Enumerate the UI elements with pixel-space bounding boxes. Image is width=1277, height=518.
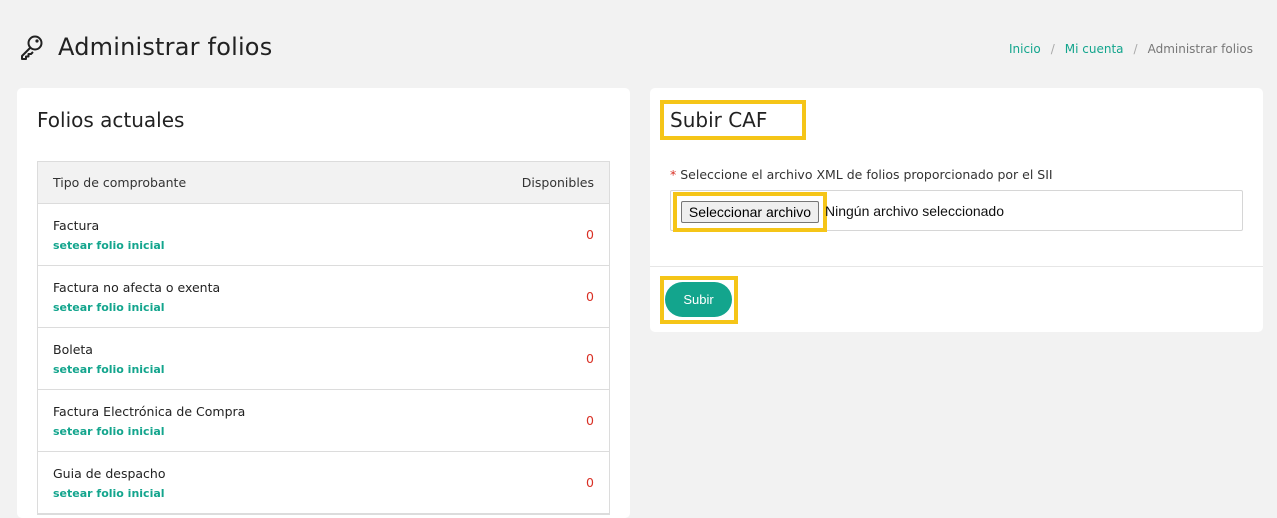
- key-icon: [18, 33, 46, 61]
- row-name: Factura: [53, 218, 100, 233]
- table-row: Factura no afecta o exenta setear folio …: [38, 266, 609, 328]
- set-initial-folio-link[interactable]: setear folio inicial: [53, 239, 165, 252]
- breadcrumb-current: Administrar folios: [1147, 42, 1253, 56]
- set-initial-folio-link[interactable]: setear folio inicial: [53, 425, 165, 438]
- column-header-tipo: Tipo de comprobante: [53, 175, 187, 190]
- upload-caf-card: Subir CAF * Seleccione el archivo XML de …: [650, 88, 1263, 332]
- set-initial-folio-link[interactable]: setear folio inicial: [53, 301, 165, 314]
- available-count: 0: [586, 227, 594, 242]
- table-row: Guia de despacho setear folio inicial 0: [38, 452, 609, 514]
- available-count: 0: [586, 289, 594, 304]
- card-divider: [650, 266, 1263, 267]
- folios-table: Tipo de comprobante Disponibles Factura …: [37, 161, 610, 515]
- breadcrumb-separator: /: [1133, 42, 1138, 56]
- breadcrumb: Inicio / Mi cuenta / Administrar folios: [1009, 42, 1253, 56]
- select-file-button[interactable]: Seleccionar archivo: [681, 201, 819, 223]
- table-row: Factura setear folio inicial 0: [38, 204, 609, 266]
- breadcrumb-inicio[interactable]: Inicio: [1009, 42, 1041, 56]
- row-name: Factura no afecta o exenta: [53, 280, 221, 295]
- page-header: Administrar folios Inicio / Mi cuenta / …: [0, 0, 1277, 88]
- upload-title-highlight: Subir CAF: [660, 100, 806, 140]
- file-field-label: * Seleccione el archivo XML de folios pro…: [670, 167, 1053, 182]
- upload-card-title: Subir CAF: [670, 108, 768, 132]
- row-name: Factura Electrónica de Compra: [53, 404, 246, 419]
- required-mark: *: [670, 167, 677, 182]
- file-status: Ningún archivo seleccionado: [825, 203, 1004, 219]
- table-row: Boleta setear folio inicial 0: [38, 328, 609, 390]
- available-count: 0: [586, 413, 594, 428]
- column-header-disponibles: Disponibles: [521, 175, 594, 190]
- file-field-label-text: Seleccione el archivo XML de folios prop…: [680, 167, 1053, 182]
- folios-card: Folios actuales Tipo de comprobante Disp…: [17, 88, 630, 518]
- table-header: Tipo de comprobante Disponibles: [38, 162, 609, 204]
- page-title: Administrar folios: [58, 33, 273, 61]
- available-count: 0: [586, 351, 594, 366]
- available-count: 0: [586, 475, 594, 490]
- breadcrumb-mi-cuenta[interactable]: Mi cuenta: [1065, 42, 1124, 56]
- breadcrumb-separator: /: [1050, 42, 1055, 56]
- set-initial-folio-link[interactable]: setear folio inicial: [53, 363, 165, 376]
- row-name: Boleta: [53, 342, 93, 357]
- title-wrap: Administrar folios: [18, 33, 272, 61]
- submit-button[interactable]: Subir: [665, 282, 732, 317]
- table-row: Factura Electrónica de Compra setear fol…: [38, 390, 609, 452]
- row-name: Guia de despacho: [53, 466, 166, 481]
- folios-card-title: Folios actuales: [37, 108, 185, 132]
- set-initial-folio-link[interactable]: setear folio inicial: [53, 487, 165, 500]
